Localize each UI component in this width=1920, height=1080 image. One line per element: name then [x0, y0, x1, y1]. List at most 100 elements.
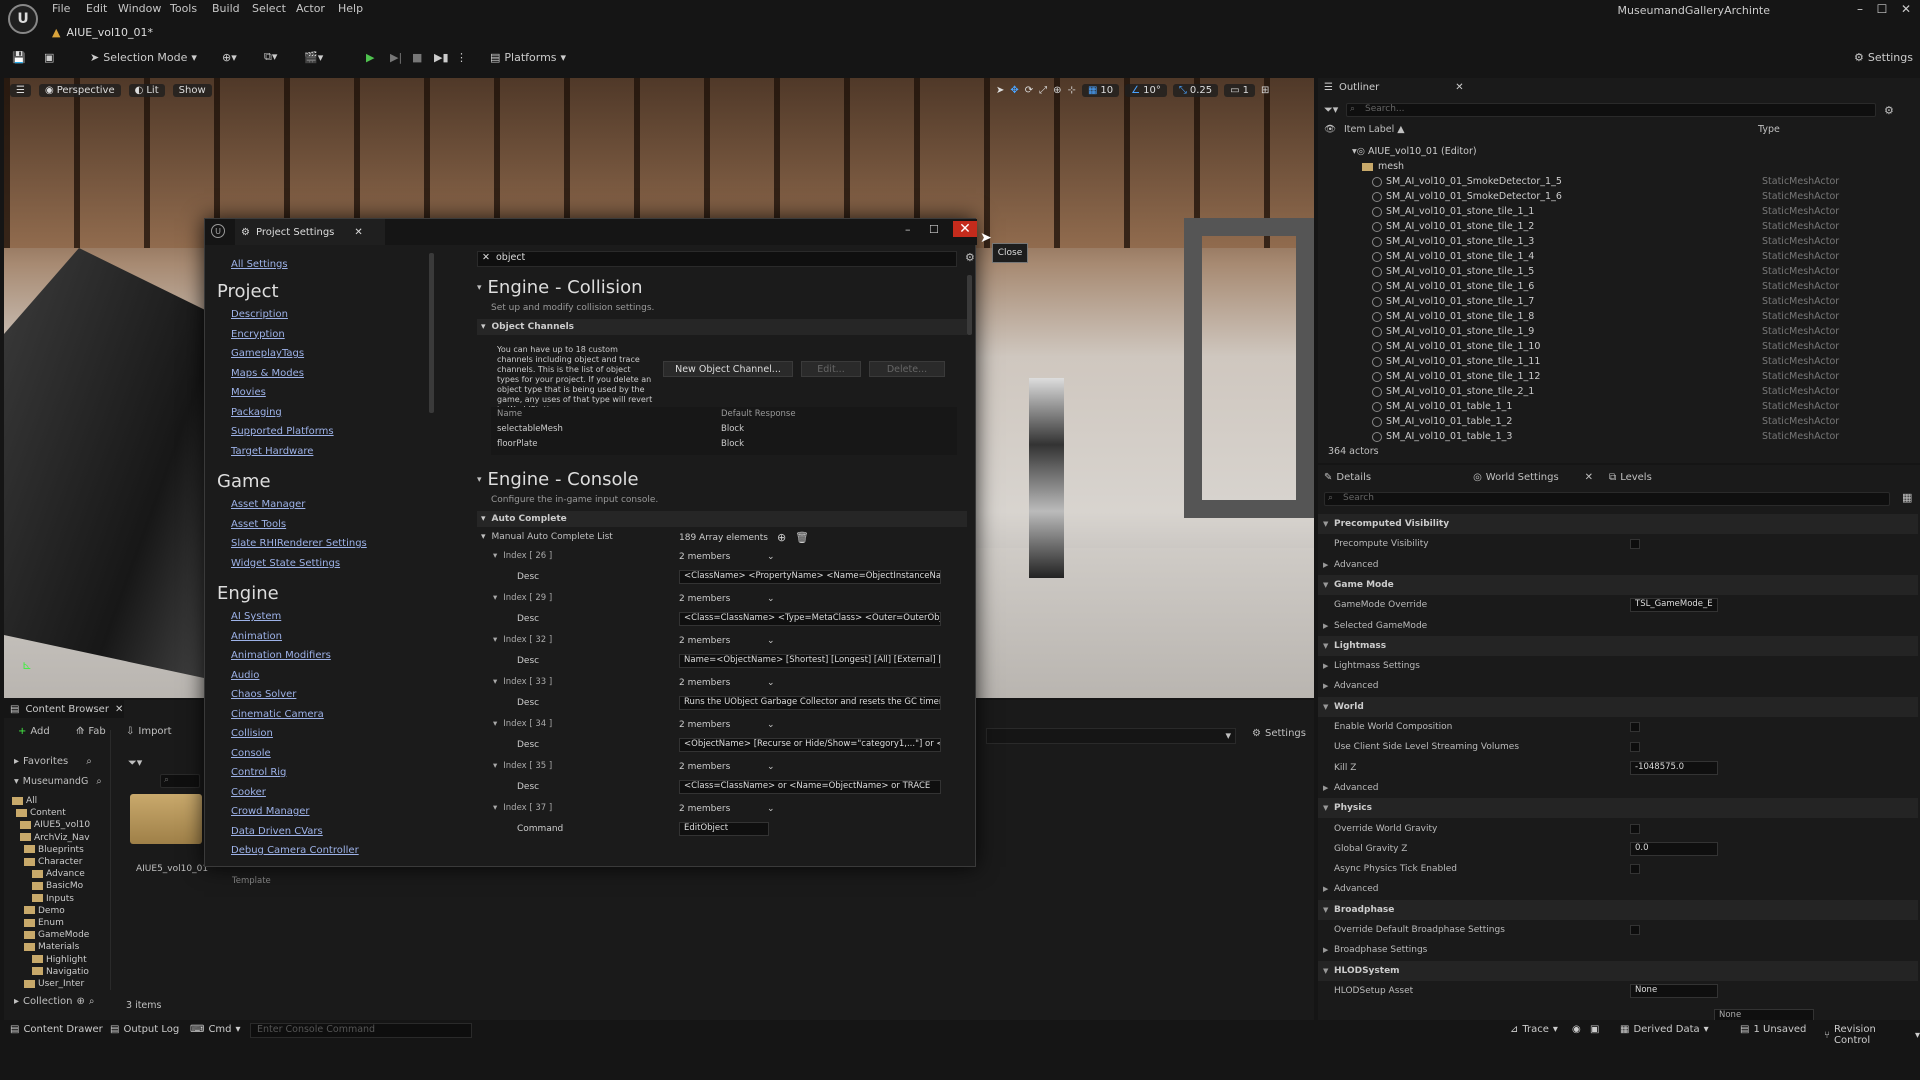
- outliner-row[interactable]: SM_AI_vol10_01_table_1_3 StaticMeshActor: [1318, 429, 1918, 444]
- details-row[interactable]: ▼ Game Mode: [1318, 574, 1918, 595]
- outliner-row[interactable]: SM_AI_vol10_01_stone_tile_1_12 StaticMesh…: [1318, 369, 1918, 384]
- sidebar-link[interactable]: Movies: [231, 387, 266, 398]
- content-tree-item[interactable]: Character: [24, 857, 82, 867]
- content-tree-item[interactable]: Highlight: [32, 955, 87, 965]
- channel-name[interactable]: selectableMesh: [497, 424, 563, 434]
- details-row[interactable]: ▼ World: [1318, 696, 1918, 717]
- details-row[interactable]: ▶ Lightmass Settings: [1318, 656, 1918, 676]
- details-row[interactable]: Global Gravity Z 0.0: [1318, 839, 1918, 859]
- main-scrollbar[interactable]: [967, 275, 972, 335]
- dialog-tab[interactable]: ⚙ Project Settings ✕: [235, 219, 385, 245]
- outliner-row[interactable]: SM_AI_vol10_01_stone_tile_1_4 StaticMeshA…: [1318, 249, 1918, 264]
- outliner-row[interactable]: SM_AI_vol10_01_stone_tile_1_3 StaticMeshA…: [1318, 234, 1918, 249]
- entry-value-field[interactable]: Runs the UObject Garbage Collector and r…: [679, 696, 941, 710]
- world-icon[interactable]: ⊕: [1053, 85, 1061, 96]
- content-tree-item[interactable]: AIUE5_vol10: [20, 820, 90, 830]
- channel-name[interactable]: floorPlate: [497, 439, 538, 449]
- array-index-row[interactable]: ▾ Index [ 26 ]: [493, 551, 552, 561]
- details-row[interactable]: ▶ Advanced: [1318, 778, 1918, 798]
- outliner-tab[interactable]: ☰ Outliner ✕: [1318, 78, 1920, 96]
- chevron-down-icon[interactable]: ⌄: [767, 762, 775, 772]
- details-row[interactable]: ▼ HLODSystem: [1318, 960, 1918, 981]
- sidebar-link[interactable]: Cooker: [231, 787, 266, 798]
- import-button[interactable]: ⇩ Import: [126, 726, 172, 737]
- outliner-search-input[interactable]: ⌕ Search...: [1346, 103, 1876, 117]
- menu-build[interactable]: Build: [212, 2, 240, 15]
- add-element-icon[interactable]: ⊕: [777, 531, 786, 544]
- content-tree-item[interactable]: User_Inter: [24, 979, 84, 989]
- close-icon[interactable]: ✕: [1896, 2, 1916, 16]
- collision-section-header[interactable]: ▾ Engine - Collision: [477, 277, 643, 298]
- details-checkbox[interactable]: [1630, 925, 1640, 935]
- step-icon[interactable]: ▶|: [390, 48, 402, 66]
- cb-settings-button[interactable]: ⚙ Settings: [1252, 728, 1306, 739]
- entry-value-field[interactable]: <Class=ClassName> or <Name=ObjectName> o…: [679, 780, 941, 794]
- outliner-row[interactable]: SM_AI_vol10_01_stone_tile_1_8 StaticMeshA…: [1318, 309, 1918, 324]
- details-checkbox[interactable]: [1630, 823, 1640, 834]
- trash-icon[interactable]: 🗑: [795, 531, 809, 544]
- entry-value-field[interactable]: Name=<ObjectName> [Shortest] [Longest] […: [679, 654, 941, 668]
- chevron-down-icon[interactable]: ⌄: [767, 636, 775, 646]
- details-row[interactable]: ▼ Lightmass: [1318, 635, 1918, 656]
- content-tree-item[interactable]: Navigatio: [32, 967, 89, 977]
- sidebar-link[interactable]: Console: [231, 748, 271, 759]
- content-tree-item[interactable]: Content: [16, 808, 66, 818]
- array-index-row[interactable]: ▾ Index [ 29 ]: [493, 593, 552, 603]
- minimize-icon[interactable]: –: [1850, 2, 1870, 16]
- array-index-row[interactable]: ▾ Index [ 37 ]: [493, 803, 552, 813]
- details-search-input[interactable]: ⌕ Search: [1324, 492, 1890, 506]
- sidebar-link[interactable]: Description: [231, 309, 288, 320]
- close-icon[interactable]: ✕: [1585, 472, 1593, 483]
- dialog-close-button[interactable]: ✕: [953, 221, 977, 237]
- details-row[interactable]: Enable World Composition: [1318, 717, 1918, 737]
- settings-gear-icon[interactable]: ⚙: [965, 251, 975, 264]
- content-tree-item[interactable]: Demo: [24, 906, 65, 916]
- details-row[interactable]: ▶ Broadphase Settings: [1318, 940, 1918, 960]
- auto-complete-list-row[interactable]: ▾ Manual Auto Complete List: [481, 532, 613, 542]
- details-checkbox[interactable]: [1630, 742, 1640, 753]
- details-row[interactable]: ▶ Selected GameMode: [1318, 616, 1918, 636]
- chevron-down-icon[interactable]: ⌄: [767, 594, 775, 604]
- details-row[interactable]: ▼ Broadphase: [1318, 899, 1918, 920]
- selection-mode-dropdown[interactable]: ➤ Selection Mode ▾: [90, 48, 197, 66]
- outliner-row[interactable]: SM_AI_vol10_01_table_1_1 StaticMeshActor: [1318, 399, 1918, 414]
- scale-icon[interactable]: ⤢: [1039, 85, 1047, 96]
- sidebar-link[interactable]: Collision: [231, 728, 273, 739]
- settings-button[interactable]: ⚙ Settings: [1854, 48, 1913, 66]
- outliner-folder-row[interactable]: mesh: [1318, 159, 1918, 174]
- sidebar-link[interactable]: Control Rig: [231, 767, 286, 778]
- trace-dropdown[interactable]: ⊿ Trace ▾: [1510, 1024, 1558, 1035]
- sidebar-link[interactable]: Maps & Modes: [231, 368, 304, 379]
- content-tree-item[interactable]: All: [12, 796, 37, 806]
- stop-icon[interactable]: ■: [412, 48, 422, 66]
- chevron-down-icon[interactable]: ⌄: [767, 804, 775, 814]
- menu-edit[interactable]: Edit: [86, 2, 107, 15]
- chevron-down-icon[interactable]: ⌄: [767, 552, 775, 562]
- screenshot-icon[interactable]: ▣: [1590, 1024, 1599, 1035]
- minimize-icon[interactable]: –: [905, 223, 911, 236]
- outliner-row[interactable]: SM_AI_vol10_01_stone_tile_2_1 StaticMeshA…: [1318, 384, 1918, 399]
- sidebar-link[interactable]: Animation Modifiers: [231, 650, 331, 661]
- outliner-settings-icon[interactable]: ⚙: [1884, 104, 1894, 117]
- sidebar-link[interactable]: Data Driven CVars: [231, 826, 323, 837]
- project-tab[interactable]: ▲ AIUE_vol10_01*: [52, 22, 153, 42]
- details-value-field[interactable]: -1048575.0: [1630, 760, 1718, 775]
- content-icon[interactable]: ▣: [44, 48, 54, 66]
- close-icon[interactable]: ✕: [1455, 82, 1463, 93]
- sidebar-link[interactable]: Packaging: [231, 407, 282, 418]
- menu-tools[interactable]: Tools: [170, 2, 197, 15]
- details-checkbox[interactable]: [1630, 539, 1640, 550]
- details-checkbox[interactable]: [1630, 722, 1640, 732]
- content-tree-item[interactable]: Enum: [24, 918, 64, 928]
- settings-search-input[interactable]: ✕ object: [477, 251, 957, 267]
- translate-icon[interactable]: ✥: [1010, 85, 1018, 96]
- edit-channel-button[interactable]: Edit...: [801, 361, 861, 377]
- platforms-dropdown[interactable]: ▤ Platforms ▾: [490, 48, 566, 66]
- close-icon[interactable]: ✕: [354, 227, 362, 238]
- outliner-row[interactable]: SM_AI_vol10_01_stone_tile_1_9 StaticMeshA…: [1318, 324, 1918, 339]
- scale-snap-button[interactable]: ⤡ 0.25: [1172, 83, 1219, 97]
- outliner-row[interactable]: SM_AI_vol10_01_SmokeDetector_1_6 StaticMe…: [1318, 189, 1918, 204]
- project-root-header[interactable]: ▾ MuseumandG ⌕: [14, 776, 114, 787]
- layout-icon[interactable]: ⊞: [1261, 85, 1269, 96]
- chevron-down-icon[interactable]: ⌄: [767, 720, 775, 730]
